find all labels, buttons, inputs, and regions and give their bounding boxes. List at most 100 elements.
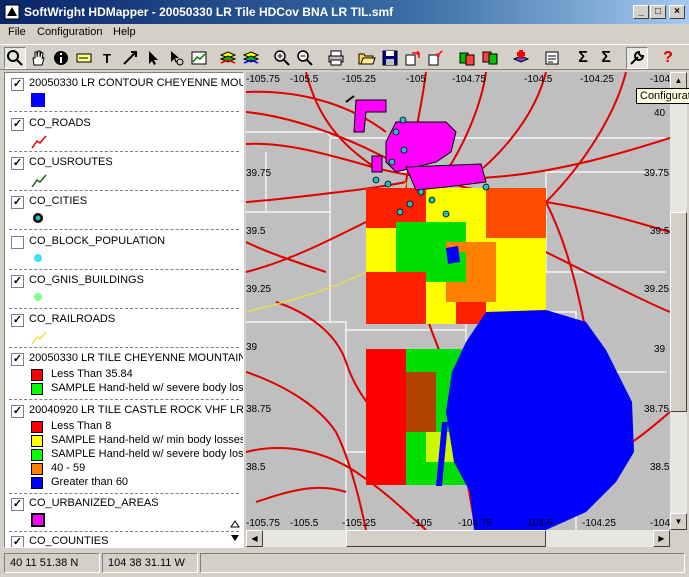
contour-blob — [446, 246, 460, 264]
layer-name-counties[interactable]: CO_COUNTIES — [29, 535, 108, 547]
legend-class-label: SAMPLE Hand-held w/ severe body losses — [51, 448, 244, 460]
close-button[interactable]: × — [669, 5, 685, 19]
layers-tool-button[interactable] — [217, 47, 239, 69]
layer-name-gnis-buildings[interactable]: CO_GNIS_BUILDINGS — [29, 274, 144, 286]
measure-tool-button[interactable] — [119, 47, 141, 69]
scroll-right-button[interactable]: ▶ — [653, 530, 670, 547]
layer-name-urbanized-areas[interactable]: CO_URBANIZED_AREAS — [29, 497, 159, 509]
legend-reorder-arrows-icon[interactable] — [229, 519, 241, 543]
label-tool-button[interactable] — [73, 47, 95, 69]
scroll-left-button[interactable]: ◀ — [246, 530, 263, 547]
profile-tool-button[interactable] — [188, 47, 210, 69]
map-canvas — [246, 72, 670, 530]
floppy-disk-icon — [382, 50, 398, 66]
layer-checkbox-block-population[interactable] — [11, 236, 24, 249]
zoom-in-button[interactable] — [271, 47, 293, 69]
layer-checkbox-railroads[interactable]: ✓ — [11, 314, 24, 327]
status-longitude: 104 38 31.11 W — [102, 553, 198, 573]
layer-checkbox-gnis-buildings[interactable]: ✓ — [11, 275, 24, 288]
point-tool-button[interactable] — [165, 47, 187, 69]
add-layer-button[interactable] — [510, 47, 532, 69]
layer-checkbox-urbanized-areas[interactable]: ✓ — [11, 498, 24, 511]
axis-label-top: -105 — [406, 74, 427, 85]
layer-checkbox-tile-castle-rock[interactable]: ✓ — [11, 405, 24, 418]
legend-swatch — [31, 421, 43, 433]
save-button[interactable] — [379, 47, 401, 69]
axis-label-left: 39.25 — [246, 284, 272, 295]
text-tool-button[interactable]: T — [96, 47, 118, 69]
minimize-button[interactable]: _ — [633, 5, 649, 19]
merge-layer-button[interactable] — [479, 47, 501, 69]
layer-name-tile-cheyenne[interactable]: 20050330 LR TILE CHEYENNE MOUNTAIN — [29, 352, 243, 364]
print-button[interactable] — [325, 47, 347, 69]
layer-name-railroads[interactable]: CO_RAILROADS — [29, 313, 115, 325]
export-icon — [405, 50, 420, 66]
layer-name-usroutes[interactable]: CO_USROUTES — [29, 156, 113, 168]
cyan-point-symbol — [34, 254, 42, 262]
layer-checkbox-tile-cheyenne[interactable]: ✓ — [11, 353, 24, 366]
layer-separator — [9, 347, 239, 348]
contour-cheyenne-mountain — [446, 310, 634, 530]
layer-separator — [9, 493, 239, 494]
legend-panel[interactable]: ✓ 20050330 LR CONTOUR CHEYENNE MOUNTAIN … — [4, 72, 244, 548]
statistics-layer-button[interactable]: Σ — [595, 47, 617, 69]
properties-button[interactable] — [541, 47, 563, 69]
axis-label-left: 39.5 — [246, 226, 266, 237]
title-bar: SoftWright HDMapper - 20050330 LR Tile H… — [0, 0, 689, 24]
green-point-symbol — [34, 293, 42, 301]
layer-separator — [9, 308, 239, 309]
maximize-button[interactable]: □ — [650, 5, 666, 19]
export-button[interactable] — [402, 47, 424, 69]
layer-checkbox-contour-cheyenne[interactable]: ✓ — [11, 78, 24, 91]
layer-checkbox-usroutes[interactable]: ✓ — [11, 157, 24, 170]
legend-class-label: Greater than 60 — [51, 476, 129, 488]
statistics-button[interactable]: Σ — [572, 47, 594, 69]
configuration-button[interactable] — [626, 47, 648, 69]
copy-layer-icon — [459, 52, 475, 66]
layer-name-roads[interactable]: CO_ROADS — [29, 117, 91, 129]
zoom-select-tool-button[interactable] — [4, 47, 26, 69]
hand-icon — [32, 50, 45, 66]
legend-swatch — [31, 463, 43, 475]
menu-file[interactable]: File — [8, 26, 26, 38]
select-tool-button[interactable] — [142, 47, 164, 69]
layer-name-tile-castle-rock[interactable]: 20040920 LR TILE CASTLE ROCK VHF LR — [29, 404, 243, 416]
info-tool-button[interactable] — [50, 47, 72, 69]
pan-tool-button[interactable] — [27, 47, 49, 69]
zoom-out-button[interactable] — [294, 47, 316, 69]
open-button[interactable] — [356, 47, 378, 69]
import-button[interactable] — [425, 47, 447, 69]
app-icon[interactable] — [4, 4, 20, 20]
axis-label-left: 39 — [246, 342, 258, 353]
layers-edit-button[interactable] — [240, 47, 262, 69]
legend-swatch — [31, 435, 43, 447]
question-mark-icon: ? — [663, 49, 673, 66]
layer-name-block-population[interactable]: CO_BLOCK_POPULATION — [29, 235, 165, 247]
menu-configuration[interactable]: Configuration — [37, 26, 102, 38]
horizontal-scroll-thumb[interactable] — [346, 530, 546, 547]
layer-name-cities[interactable]: CO_CITIES — [29, 195, 87, 207]
layer-separator — [9, 531, 239, 532]
map-view[interactable]: -105.75 -105.5 -105.25 -105 -104.75 -104… — [246, 72, 670, 530]
layer-name-contour-cheyenne[interactable]: 20050330 LR CONTOUR CHEYENNE MOUNTAIN — [29, 77, 243, 89]
green-line-symbol — [31, 174, 47, 188]
help-button[interactable]: ? — [657, 47, 679, 69]
legend-swatch — [31, 383, 43, 395]
legend-class-label: SAMPLE Hand-held w/ severe body losses — [51, 382, 244, 394]
layer-separator — [9, 190, 239, 191]
legend-swatch — [31, 449, 43, 461]
legend-swatch — [31, 477, 43, 489]
scroll-down-button[interactable]: ▼ — [670, 513, 687, 530]
point-select-icon — [171, 51, 184, 66]
menu-help[interactable]: Help — [113, 26, 136, 38]
legend-class-label: Less Than 35.84 — [51, 368, 133, 380]
vertical-scroll-thumb[interactable] — [670, 212, 687, 412]
legend-class-label: 40 - 59 — [51, 462, 86, 474]
scroll-up-button[interactable]: ▲ — [670, 72, 687, 89]
horizontal-scrollbar[interactable]: ◀ ▶ — [246, 530, 670, 547]
copy-layer-button[interactable] — [456, 47, 478, 69]
layer-checkbox-cities[interactable]: ✓ — [11, 196, 24, 209]
layer-checkbox-counties[interactable]: ✓ — [11, 536, 24, 547]
vertical-scrollbar[interactable]: ▲ ▼ — [670, 72, 687, 530]
layer-checkbox-roads[interactable]: ✓ — [11, 118, 24, 131]
